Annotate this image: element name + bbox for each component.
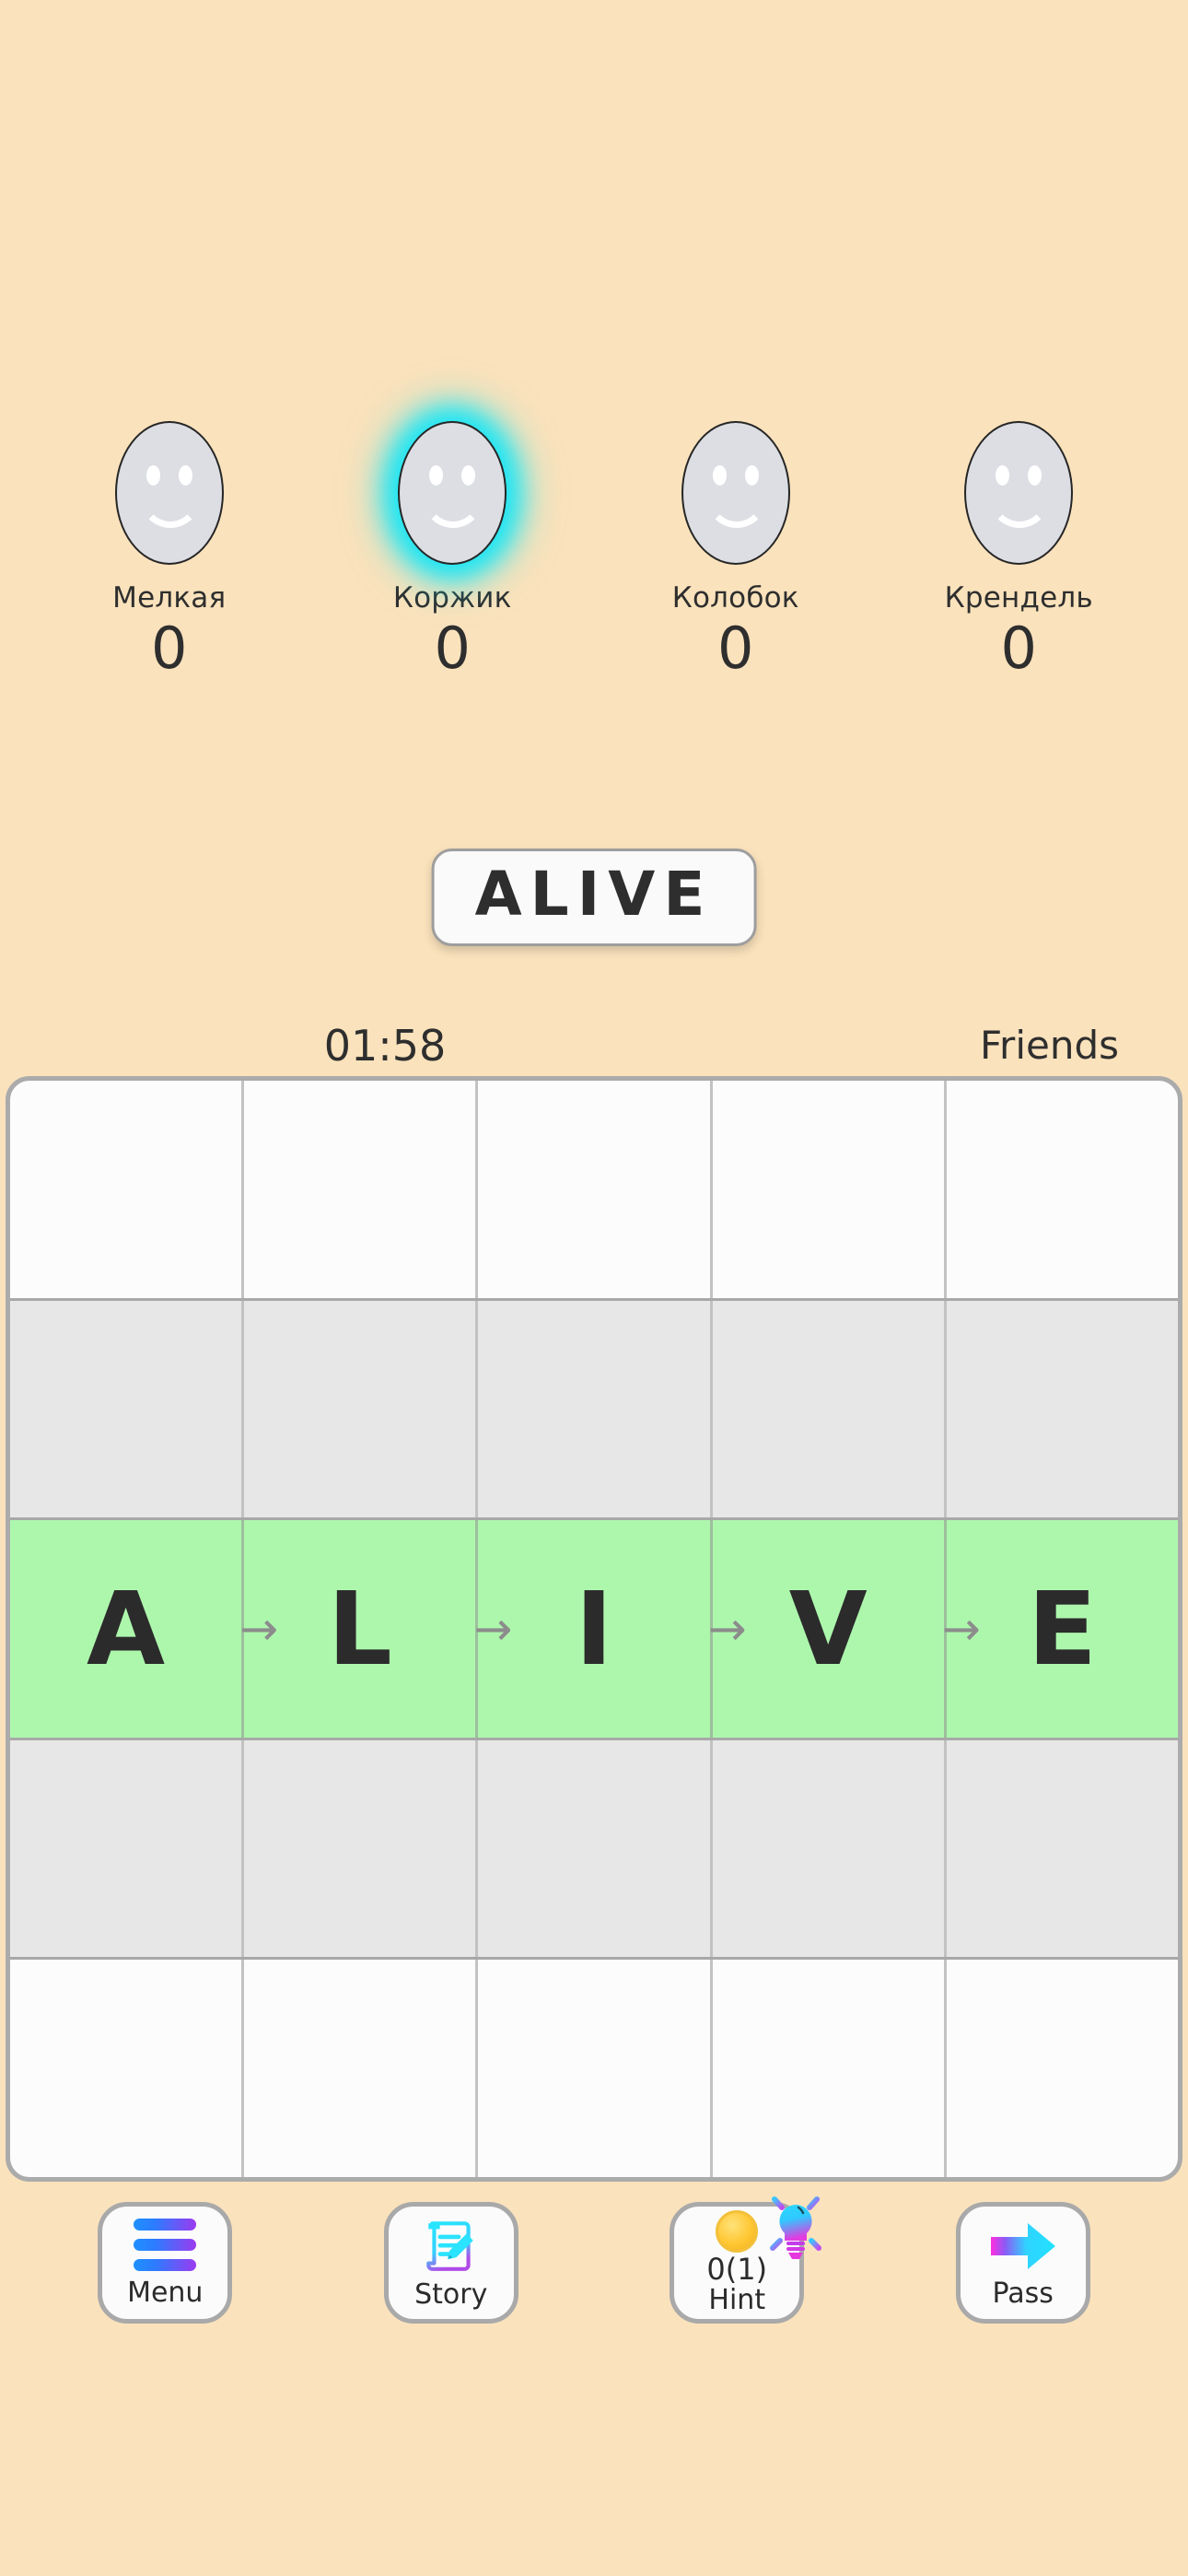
player-name: Коржик [392, 581, 512, 615]
avatar-wrapper [113, 419, 226, 567]
hint-button[interactable]: 0(1) Hint [670, 2187, 830, 2324]
board-cell[interactable] [244, 1081, 479, 1298]
board-cell[interactable] [947, 1740, 1178, 1958]
smiley-face-avatar [964, 421, 1074, 565]
game-mode-label: Friends [979, 1023, 1119, 1068]
avatar-wrapper [396, 419, 508, 567]
player-card[interactable]: Колобок 0 [630, 419, 842, 677]
menu-button-label: Menu [127, 2276, 204, 2309]
arrow-right-icon: → [473, 1601, 513, 1656]
arrow-right-icon: → [707, 1601, 747, 1656]
player-card[interactable]: Крендель 0 [913, 419, 1124, 677]
avatar-smile [705, 486, 767, 528]
player-score: 0 [1000, 615, 1037, 682]
avatar-eye-left [146, 465, 160, 486]
board-cell[interactable] [947, 1081, 1178, 1298]
board-cell-letter[interactable]: A → [10, 1520, 278, 1738]
player-score: 0 [151, 615, 188, 682]
board-letter: A [87, 1569, 166, 1688]
arrow-right-icon: → [941, 1601, 981, 1656]
avatar-smile [423, 486, 484, 528]
board-cell[interactable] [713, 1081, 947, 1298]
board-cell[interactable] [713, 1960, 947, 2177]
avatar-eye-right [461, 465, 476, 486]
pass-button-label: Pass [992, 2277, 1054, 2311]
pass-button[interactable]: Pass [955, 2202, 1090, 2324]
board-cell[interactable] [478, 1300, 713, 1518]
avatar-wrapper [680, 419, 792, 567]
player-score: 0 [717, 615, 754, 682]
story-button[interactable]: Story [383, 2202, 518, 2324]
player-scoreboard: Мелкая 0 Коржик 0 Колобок 0 Крендель 0 [0, 419, 1188, 677]
board-row [10, 1960, 1178, 2177]
board-cell-letter[interactable]: I → [478, 1520, 747, 1738]
smiley-face-avatar [681, 421, 790, 565]
round-timer: 01:58 [323, 1021, 447, 1071]
lightbulb-icon [755, 2184, 836, 2277]
board-cell[interactable] [244, 1960, 479, 2177]
menu-button[interactable]: Menu [98, 2202, 233, 2324]
player-score: 0 [434, 615, 471, 682]
current-word-card[interactable]: ALIVE [431, 849, 757, 946]
player-name: Мелкая [112, 581, 227, 615]
board-cell[interactable] [947, 1301, 1178, 1518]
bottom-toolbar: Menu Story 0(1) Hint Pass [0, 2187, 1188, 2386]
board-cell-letter[interactable]: L → [244, 1520, 512, 1738]
avatar-eye-left [429, 465, 444, 486]
avatar-eye-left [996, 465, 1010, 486]
board-row [10, 1739, 1178, 1961]
avatar-smile [989, 486, 1051, 528]
hamburger-menu-icon [134, 2218, 197, 2271]
player-name: Колобок [671, 581, 799, 615]
game-board[interactable]: A → L → I → V → E [6, 1076, 1182, 2182]
avatar-eye-right [744, 465, 759, 486]
board-cell[interactable] [244, 1739, 479, 1958]
board-row [10, 1300, 1178, 1521]
board-cell[interactable] [713, 1739, 947, 1958]
player-name: Крендель [944, 581, 1093, 615]
board-cell-letter[interactable]: E [947, 1520, 1178, 1738]
board-cell[interactable] [244, 1300, 479, 1518]
coin-icon [716, 2210, 759, 2254]
smiley-face-avatar [398, 421, 507, 565]
avatar-eye-left [712, 465, 727, 486]
current-word-text: ALIVE [474, 859, 714, 930]
board-cell[interactable] [947, 1960, 1178, 2177]
board-cell[interactable] [478, 1960, 713, 2177]
arrow-right-icon [987, 2217, 1059, 2276]
avatar-eye-right [1028, 465, 1042, 486]
document-pencil-icon [421, 2216, 482, 2277]
board-cell[interactable] [478, 1739, 713, 1958]
board-row-active: A → L → I → V → E [10, 1520, 1178, 1740]
board-letter: L [327, 1569, 392, 1688]
avatar-wrapper [962, 419, 1075, 567]
board-letter: E [1027, 1569, 1097, 1688]
player-card[interactable]: Мелкая 0 [64, 419, 275, 677]
player-card[interactable]: Коржик 0 [346, 419, 558, 677]
board-cell[interactable] [713, 1300, 947, 1518]
avatar-smile [139, 486, 201, 528]
board-letter: I [575, 1569, 613, 1688]
board-row [10, 1081, 1178, 1301]
board-cell[interactable] [10, 1739, 245, 1958]
board-cell[interactable] [10, 1081, 245, 1298]
board-cell[interactable] [10, 1300, 245, 1518]
hint-button-label: Hint [708, 2284, 766, 2317]
smiley-face-avatar [114, 421, 224, 565]
story-button-label: Story [414, 2278, 488, 2312]
board-cell[interactable] [478, 1081, 713, 1298]
arrow-right-icon: → [239, 1601, 278, 1656]
board-letter: V [788, 1569, 868, 1688]
board-cell-letter[interactable]: V → [713, 1520, 981, 1738]
avatar-eye-right [178, 465, 192, 486]
board-cell[interactable] [10, 1960, 245, 2177]
